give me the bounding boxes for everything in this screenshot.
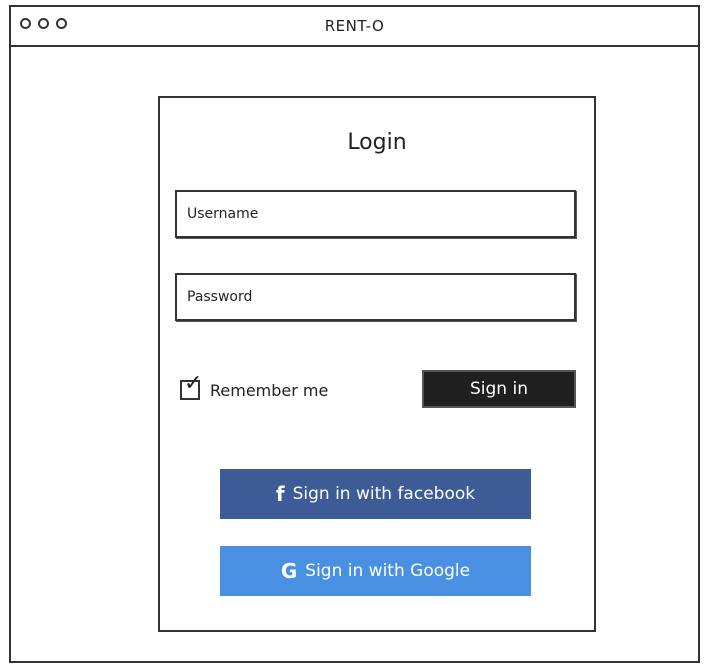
username-input[interactable] [175, 190, 576, 238]
remember-me-label: Remember me [210, 380, 329, 400]
password-input[interactable] [175, 273, 576, 321]
window-title: RENT-O [324, 17, 385, 35]
checkmark-icon: ✓ [184, 371, 203, 396]
google-sign-in-button[interactable]: G Sign in with Google [220, 546, 531, 596]
google-icon: G [280, 559, 298, 583]
facebook-sign-in-label: Sign in with facebook [292, 484, 476, 504]
login-card: Login ✓ Remember me Sign in f Sign in wi… [158, 96, 596, 632]
login-heading: Login [347, 130, 407, 155]
google-sign-in-label: Sign in with Google [305, 561, 471, 581]
sign-in-button[interactable]: Sign in [422, 370, 576, 408]
facebook-icon: f [275, 482, 285, 506]
title-bar: RENT-O [11, 7, 698, 47]
remember-me-checkbox[interactable]: ✓ [180, 373, 202, 400]
facebook-sign-in-button[interactable]: f Sign in with facebook [220, 469, 531, 519]
browser-window: RENT-O Login ✓ Remember me Sign in f Sig… [9, 5, 700, 663]
remember-me-option[interactable]: ✓ Remember me [180, 373, 329, 405]
